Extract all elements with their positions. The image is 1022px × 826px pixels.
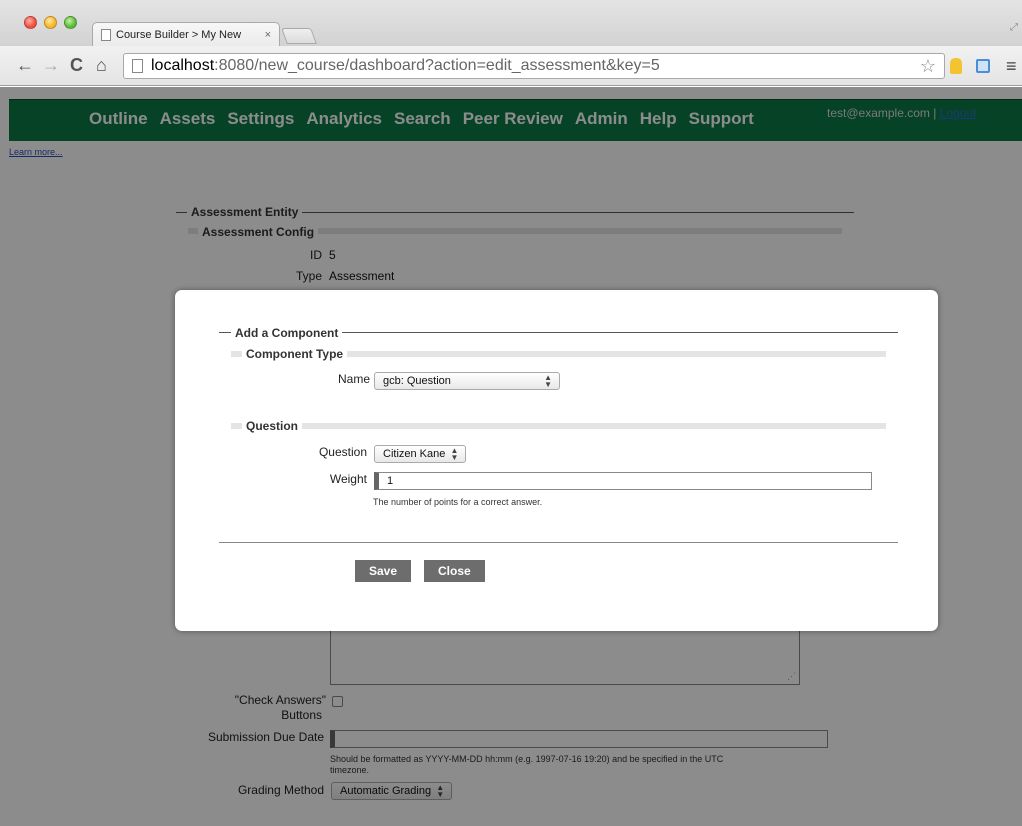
select-arrows-icon: ▲ ▼ (450, 446, 459, 462)
select-arrows-icon: ▲ ▼ (544, 373, 552, 389)
fullscreen-icon[interactable]: ⤢ (1010, 22, 1018, 33)
tab-title: Course Builder > My New (116, 28, 242, 41)
add-component-legend: Add a Component (231, 326, 343, 340)
browser-toolbar: ← → C ⌂ localhost:8080/new_course/dashbo… (0, 46, 1022, 86)
component-name-value: gcb: Question (383, 375, 451, 387)
question-select[interactable]: Citizen Kane ▲ ▼ (374, 445, 467, 463)
page-icon (132, 59, 143, 73)
address-bar[interactable]: localhost:8080/new_course/dashboard?acti… (123, 53, 945, 79)
new-tab-button[interactable] (281, 28, 317, 44)
extension-icon[interactable] (976, 59, 990, 73)
url-text: localhost:8080/new_course/dashboard?acti… (151, 57, 660, 74)
component-type-legend: Component Type (242, 347, 348, 361)
name-label: Name (337, 372, 370, 386)
browser-tab-bar: Course Builder > My New × ⤢ (0, 0, 1022, 46)
question-label: Question (318, 445, 367, 459)
dialog-divider (219, 542, 898, 543)
component-name-select[interactable]: gcb: Question ▲ ▼ (374, 372, 560, 390)
save-button[interactable]: Save (355, 560, 412, 582)
reload-icon[interactable]: C (70, 55, 83, 75)
window-zoom-icon[interactable] (64, 16, 77, 29)
extension-icon[interactable] (950, 58, 962, 74)
window-close-icon[interactable] (24, 16, 37, 29)
back-arrow-icon[interactable]: ← (16, 55, 34, 75)
browser-tab[interactable]: Course Builder > My New × (92, 22, 280, 46)
question-value: Citizen Kane (383, 448, 446, 460)
forward-arrow-icon[interactable]: → (42, 55, 60, 75)
close-button[interactable]: Close (424, 560, 485, 582)
fieldset-bar (231, 423, 886, 429)
page-icon (101, 28, 111, 41)
home-icon[interactable]: ⌂ (96, 55, 107, 75)
add-component-dialog: Add a Component Component Type Name gcb:… (175, 290, 938, 631)
window-minimize-icon[interactable] (44, 16, 57, 29)
question-legend: Question (242, 419, 303, 433)
tab-close-icon[interactable]: × (265, 29, 271, 41)
weight-help: The number of points for a correct answe… (373, 497, 543, 507)
weight-label: Weight (329, 472, 367, 486)
weight-input[interactable]: 1 (374, 472, 872, 490)
menu-icon[interactable]: ≡ (1006, 56, 1017, 77)
bookmark-star-icon[interactable]: ☆ (920, 56, 936, 77)
